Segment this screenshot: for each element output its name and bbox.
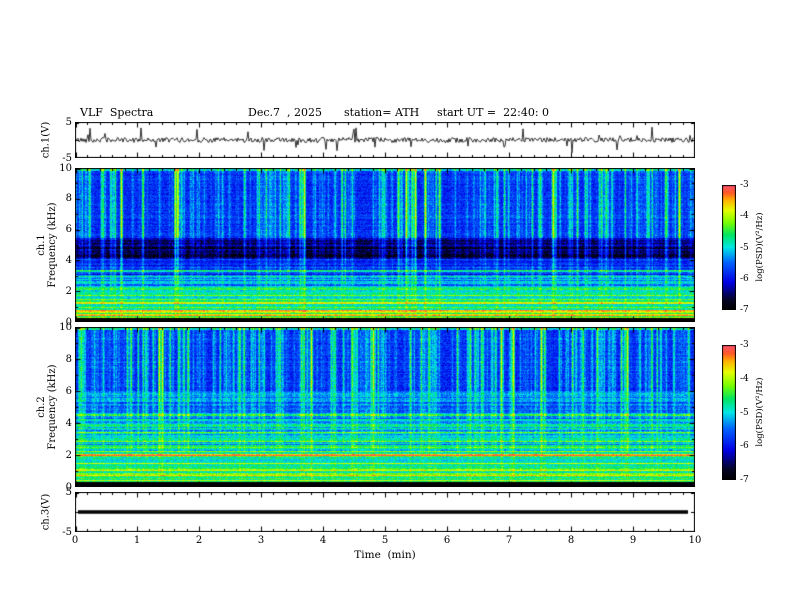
colorbar-tick-label: -7 [740,305,749,315]
y-tick-label: 6 [65,385,72,397]
colorbar-tick-label: -3 [740,180,749,190]
colorbar-ch2-canvas [722,345,736,480]
figure-date: Dec.7 , 2025 [248,106,322,119]
y-tick-label: 5 [65,116,72,128]
ch1-waveform-canvas [75,122,695,158]
y-tick-label: 8 [65,353,72,365]
colorbar-ch2 [722,345,736,480]
x-tick-label: 6 [443,535,451,546]
colorbar-tick-label: -7 [740,475,749,485]
figure-station: station= ATH [344,106,420,119]
ch2-spectrogram-canvas [75,327,695,487]
y-tick-label: 5 [65,486,72,498]
x-tick-label: 4 [319,535,327,546]
x-tick-label: 2 [195,535,203,546]
figure-title: VLF Spectra [80,106,154,119]
x-tick-label: 5 [381,535,389,546]
colorbar-tick-label: -6 [740,273,749,284]
ch1-spectrogram-panel [75,168,695,322]
ch1-frequency-axis-label: ch.1 Frequency (kHz) [36,202,58,287]
colorbar-tick-label: -4 [740,211,749,222]
y-tick-label: 8 [65,193,72,205]
x-tick-label: 7 [505,535,513,546]
y-tick-label: 10 [59,162,72,174]
ch2-axis-frequency-label: Frequency (kHz) [47,364,58,450]
ch1-axis-frequency-label: Frequency (kHz) [47,202,58,288]
colorbar-tick-label: -6 [740,441,749,452]
colorbar-ch1-canvas [722,185,736,310]
ch1-spectrogram-canvas [75,168,695,322]
colorbar-tick-label: -3 [740,340,749,350]
ch2-spectrogram-panel [75,327,695,487]
y-tick-label: 4 [65,417,72,429]
colorbar-tick-label: -5 [740,242,749,253]
y-tick-label: 6 [65,224,72,236]
ch3-voltage-axis-label: ch.3(V) [40,493,52,531]
colorbar-tick-label: -5 [740,407,749,418]
ch1-axis-channel-label: ch.1 [36,234,47,256]
ch2-frequency-axis-label: ch.2 Frequency (kHz) [36,364,58,449]
x-tick-label: 9 [629,535,637,546]
y-tick-label: 10 [59,321,72,333]
x-tick-label: 10 [688,535,702,546]
x-tick-label: 8 [567,535,575,546]
time-axis-label: Time (min) [354,549,416,561]
x-tick-label: 1 [133,535,141,546]
colorbar-tick-label: -4 [740,373,749,384]
figure-start-ut: start UT = 22:40: 0 [437,106,550,119]
ch3-waveform-panel [75,492,695,532]
colorbar-ch1 [722,185,736,310]
y-tick-label: 2 [65,285,72,297]
ch1-waveform-panel [75,122,695,158]
vlf-spectra-figure: VLF Spectra Dec.7 , 2025 station= ATH st… [0,0,792,612]
y-tick-label: 2 [65,449,72,461]
y-tick-label: 4 [65,254,72,266]
y-tick-label: -5 [62,526,72,538]
ch2-axis-channel-label: ch.2 [36,396,47,418]
x-tick-label: 3 [257,535,265,546]
ch3-waveform-canvas [75,492,695,532]
